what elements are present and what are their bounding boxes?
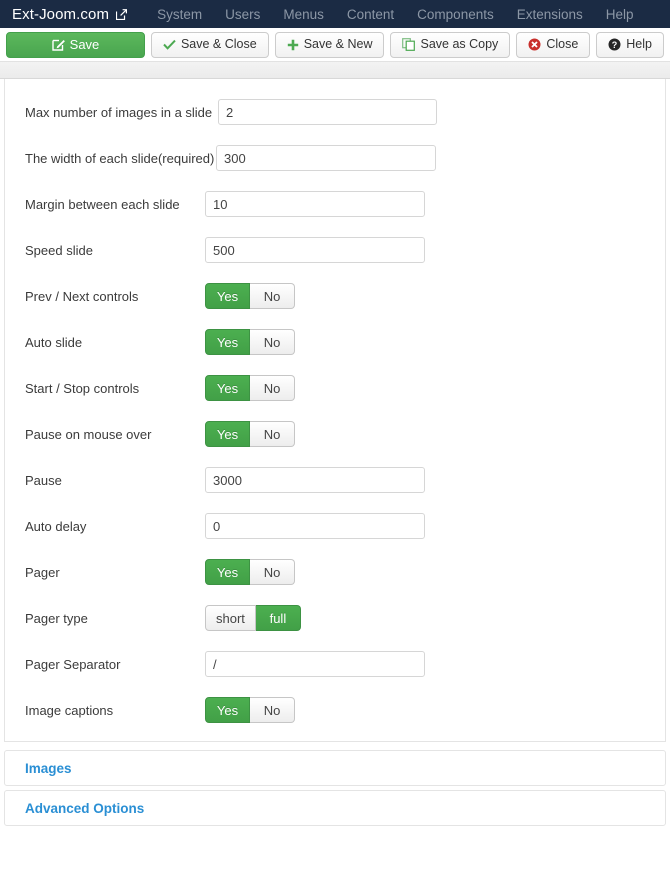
toggle-option-no[interactable]: No	[250, 329, 295, 355]
help-button[interactable]: ? Help	[596, 31, 664, 58]
field-row-image-captions: Image captions Yes No	[5, 687, 665, 733]
field-row-slide-width: The width of each slide(required)	[5, 135, 665, 181]
field-label: Prev / Next controls	[25, 288, 139, 304]
toggle-option-yes[interactable]: Yes	[205, 421, 250, 447]
field-row-start-stop: Start / Stop controls Yes No	[5, 365, 665, 411]
save-and-close-label: Save & Close	[180, 37, 257, 52]
toggle-option-no[interactable]: No	[250, 697, 295, 723]
svg-text:?: ?	[612, 40, 618, 50]
field-label: Margin between each slide	[25, 196, 180, 212]
field-label: Start / Stop controls	[25, 380, 140, 396]
field-label: Pause on mouse over	[25, 426, 152, 442]
field-label: Pager	[25, 564, 60, 580]
speed-slide-input[interactable]	[205, 237, 425, 263]
field-row-pager: Pager Yes No	[5, 549, 665, 595]
auto-slide-toggle: Yes No	[205, 329, 295, 355]
toggle-option-yes[interactable]: Yes	[205, 375, 250, 401]
external-link-icon	[116, 8, 128, 20]
nav-item-extensions[interactable]: Extensions	[517, 7, 583, 22]
plus-icon	[287, 39, 299, 51]
brand[interactable]: Ext-Joom.com	[12, 5, 128, 23]
help-button-label: Help	[626, 37, 652, 52]
toggle-option-full[interactable]: full	[255, 605, 301, 631]
field-label: Image captions	[25, 702, 114, 718]
toolbar: Save Save & Close Save & New Save as Cop…	[0, 28, 670, 62]
pager-toggle: Yes No	[205, 559, 295, 585]
nav-links: System Users Menus Content Components Ex…	[157, 7, 633, 22]
nav-item-components[interactable]: Components	[417, 7, 494, 22]
field-label: Pager Separator	[25, 656, 121, 672]
accordion-item-label: Advanced Options	[25, 800, 145, 816]
toggle-option-yes[interactable]: Yes	[205, 283, 250, 309]
field-label: Pause	[25, 472, 62, 488]
field-row-auto-delay: Auto delay	[5, 503, 665, 549]
field-row-speed: Speed slide	[5, 227, 665, 273]
nav-item-menus[interactable]: Menus	[283, 7, 324, 22]
save-button-label: Save	[69, 37, 100, 52]
save-as-copy-button[interactable]: Save as Copy	[390, 31, 511, 58]
toggle-option-yes[interactable]: Yes	[205, 329, 250, 355]
nav-item-help[interactable]: Help	[606, 7, 634, 22]
nav-item-content[interactable]: Content	[347, 7, 394, 22]
check-icon	[163, 39, 176, 50]
page-header-strip	[0, 62, 670, 79]
field-row-max-images: Max number of images in a slide	[5, 89, 665, 135]
field-row-pager-type: Pager type short full	[5, 595, 665, 641]
accordion-item-images[interactable]: Images	[4, 750, 666, 786]
pencil-square-icon	[51, 38, 65, 51]
field-row-pause: Pause	[5, 457, 665, 503]
slide-width-input[interactable]	[216, 145, 436, 171]
image-captions-toggle: Yes No	[205, 697, 295, 723]
close-button-label: Close	[546, 37, 579, 52]
field-row-prev-next: Prev / Next controls Yes No	[5, 273, 665, 319]
accordion-item-label: Images	[25, 760, 72, 776]
toggle-option-yes[interactable]: Yes	[205, 697, 250, 723]
toggle-option-no[interactable]: No	[250, 559, 295, 585]
save-as-copy-label: Save as Copy	[420, 37, 499, 52]
save-and-new-label: Save & New	[303, 37, 373, 52]
copy-icon	[402, 38, 416, 51]
toggle-option-no[interactable]: No	[250, 375, 295, 401]
toggle-option-yes[interactable]: Yes	[205, 559, 250, 585]
field-label: Pager type	[25, 610, 88, 626]
pause-on-hover-toggle: Yes No	[205, 421, 295, 447]
pager-type-toggle: short full	[205, 605, 301, 631]
field-row-auto-slide: Auto slide Yes No	[5, 319, 665, 365]
options-panel: Max number of images in a slide The widt…	[4, 79, 666, 742]
save-and-close-button[interactable]: Save & Close	[150, 31, 269, 58]
brand-label: Ext-Joom.com	[12, 5, 110, 23]
cancel-circle-icon	[528, 38, 541, 51]
field-row-pager-separator: Pager Separator	[5, 641, 665, 687]
field-label: Auto slide	[25, 334, 83, 350]
accordion-item-advanced-options[interactable]: Advanced Options	[4, 790, 666, 826]
toggle-option-no[interactable]: No	[250, 421, 295, 447]
toggle-option-short[interactable]: short	[205, 605, 256, 631]
auto-delay-input[interactable]	[205, 513, 425, 539]
field-label: Speed slide	[25, 242, 93, 258]
margin-input[interactable]	[205, 191, 425, 217]
question-circle-icon: ?	[608, 38, 621, 51]
start-stop-toggle: Yes No	[205, 375, 295, 401]
prev-next-toggle: Yes No	[205, 283, 295, 309]
pause-input[interactable]	[205, 467, 425, 493]
field-label: Auto delay	[25, 518, 87, 534]
toggle-option-no[interactable]: No	[250, 283, 295, 309]
accordion: Images Advanced Options	[4, 750, 666, 826]
close-button[interactable]: Close	[516, 31, 591, 58]
save-and-new-button[interactable]: Save & New	[274, 31, 385, 58]
nav-item-users[interactable]: Users	[225, 7, 260, 22]
save-button[interactable]: Save	[6, 31, 145, 58]
field-label: Max number of images in a slide	[25, 104, 213, 120]
field-row-pause-on-hover: Pause on mouse over Yes No	[5, 411, 665, 457]
nav-item-system[interactable]: System	[157, 7, 202, 22]
field-label: The width of each slide(required)	[25, 150, 215, 166]
max-images-input[interactable]	[218, 99, 437, 125]
pager-separator-input[interactable]	[205, 651, 425, 677]
field-row-margin: Margin between each slide	[5, 181, 665, 227]
top-navbar: Ext-Joom.com System Users Menus Content …	[0, 0, 670, 28]
